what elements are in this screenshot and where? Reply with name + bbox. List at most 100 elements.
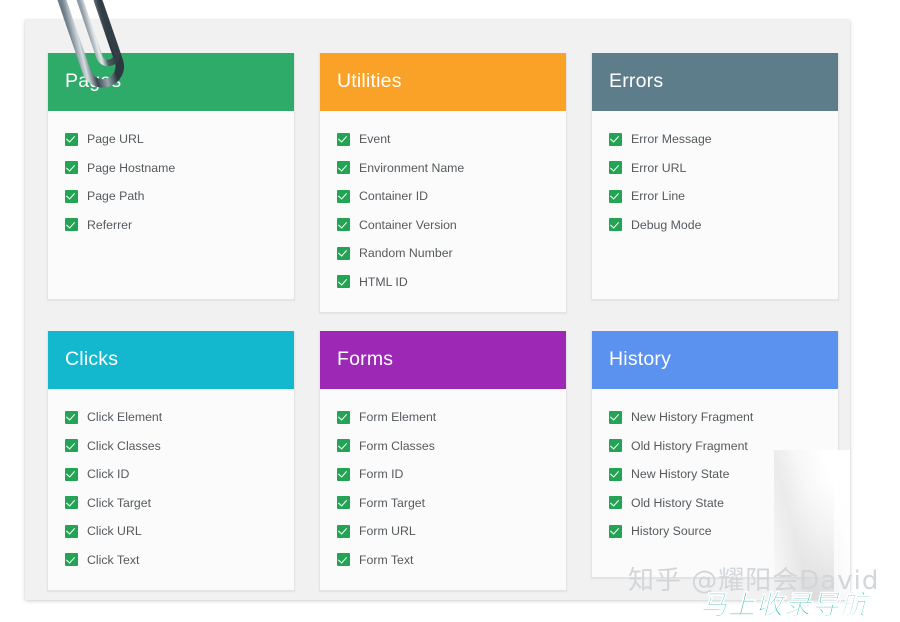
check-icon[interactable]: [337, 410, 350, 424]
check-icon[interactable]: [337, 132, 350, 146]
check-icon[interactable]: [337, 161, 350, 175]
checkbox-row[interactable]: Form URL: [320, 517, 566, 546]
check-icon[interactable]: [609, 496, 622, 510]
checkbox-row[interactable]: Form ID: [320, 460, 566, 489]
checkbox-label: Error URL: [631, 160, 687, 175]
check-icon[interactable]: [609, 410, 622, 424]
check-icon[interactable]: [609, 218, 622, 232]
checkbox-row[interactable]: Event: [320, 125, 566, 154]
check-icon[interactable]: [337, 218, 350, 232]
page-content-area: Pages Page URL Page Hostname Page Path Refer…: [25, 20, 850, 600]
checkbox-label: Click Classes: [87, 438, 161, 453]
checkbox-row[interactable]: Error Message: [592, 125, 838, 154]
checkbox-row[interactable]: Error Line: [592, 182, 838, 211]
checkbox-label: Form Element: [359, 410, 437, 425]
check-icon[interactable]: [65, 132, 78, 146]
checkbox-row[interactable]: Form Classes: [320, 432, 566, 461]
check-icon[interactable]: [337, 496, 350, 510]
check-icon[interactable]: [65, 161, 78, 175]
check-icon[interactable]: [609, 132, 622, 146]
card-body-history: New History Fragment Old History Fragment…: [592, 389, 838, 577]
card-cell-utilities: Utilities Event Environment Name Container …: [319, 53, 567, 313]
card-body-clicks: Click Element Click Classes Click ID Click …: [48, 389, 294, 590]
check-icon[interactable]: [609, 439, 622, 453]
check-icon[interactable]: [337, 189, 350, 203]
variable-category-grid: Pages Page URL Page Hostname Page Path Refer…: [47, 53, 850, 600]
checkbox-row[interactable]: Click Target: [48, 489, 294, 518]
checkbox-row[interactable]: Click Classes: [48, 432, 294, 461]
card-body-errors: Error Message Error URL Error Line Debug Mo…: [592, 111, 838, 299]
check-icon[interactable]: [337, 553, 350, 567]
card-title-history: History: [609, 348, 672, 371]
check-icon[interactable]: [609, 189, 622, 203]
checkbox-label: Page URL: [87, 132, 144, 147]
checkbox-label: HTML ID: [359, 274, 408, 289]
card-header-utilities: Utilities: [320, 53, 566, 111]
check-icon[interactable]: [65, 439, 78, 453]
check-icon[interactable]: [337, 275, 350, 289]
checkbox-row[interactable]: Debug Mode: [592, 211, 838, 240]
card-body-utilities: Event Environment Name Container ID Contain…: [320, 111, 566, 312]
card-title-utilities: Utilities: [337, 70, 402, 93]
checkbox-row[interactable]: Click URL: [48, 517, 294, 546]
checkbox-row[interactable]: Page Hostname: [48, 154, 294, 183]
check-icon[interactable]: [337, 439, 350, 453]
card-header-pages: Pages: [48, 53, 294, 111]
checkbox-label: Form Text: [359, 552, 414, 567]
card-title-forms: Forms: [337, 348, 394, 371]
checkbox-row[interactable]: Container Version: [320, 211, 566, 240]
checkbox-label: Page Hostname: [87, 160, 176, 175]
card-errors: Errors Error Message Error URL Error Line De…: [591, 53, 839, 300]
checkbox-label: Form URL: [359, 524, 416, 539]
check-icon[interactable]: [65, 524, 78, 538]
checkbox-row[interactable]: Random Number: [320, 239, 566, 268]
checkbox-row[interactable]: Form Target: [320, 489, 566, 518]
checkbox-row[interactable]: Click Element: [48, 403, 294, 432]
checkbox-label: Container ID: [359, 189, 429, 204]
checkbox-label: Click Target: [87, 495, 152, 510]
checkbox-row[interactable]: HTML ID: [320, 268, 566, 297]
checkbox-row[interactable]: Environment Name: [320, 154, 566, 183]
check-icon[interactable]: [609, 524, 622, 538]
card-forms: Forms Form Element Form Classes Form ID Form…: [319, 331, 567, 591]
checkbox-row[interactable]: Form Element: [320, 403, 566, 432]
checkbox-row[interactable]: Old History Fragment: [592, 432, 838, 461]
check-icon[interactable]: [65, 218, 78, 232]
card-cell-forms: Forms Form Element Form Classes Form ID Form…: [319, 331, 567, 591]
check-icon[interactable]: [609, 467, 622, 481]
checkbox-row[interactable]: Old History State: [592, 489, 838, 518]
check-icon[interactable]: [337, 524, 350, 538]
checkbox-label: Error Message: [631, 132, 712, 147]
checkbox-row[interactable]: New History Fragment: [592, 403, 838, 432]
check-icon[interactable]: [337, 246, 350, 260]
checkbox-row[interactable]: Page URL: [48, 125, 294, 154]
checkbox-label: Referrer: [87, 217, 133, 232]
checkbox-label: New History Fragment: [631, 410, 754, 425]
checkbox-row[interactable]: Page Path: [48, 182, 294, 211]
check-icon[interactable]: [65, 189, 78, 203]
check-icon[interactable]: [65, 410, 78, 424]
checkbox-row[interactable]: Container ID: [320, 182, 566, 211]
checkbox-label: Form Target: [359, 495, 426, 510]
check-icon[interactable]: [337, 467, 350, 481]
checkbox-row[interactable]: Form Text: [320, 546, 566, 575]
check-icon[interactable]: [65, 496, 78, 510]
checkbox-row[interactable]: Click ID: [48, 460, 294, 489]
check-icon[interactable]: [65, 553, 78, 567]
checkbox-label: Error Line: [631, 189, 685, 204]
card-history: History New History Fragment Old History F…: [591, 331, 839, 578]
check-icon[interactable]: [65, 467, 78, 481]
card-pages: Pages Page URL Page Hostname Page Path Refer…: [47, 53, 295, 300]
checkbox-row[interactable]: History Source: [592, 517, 838, 546]
card-cell-pages: Pages Page URL Page Hostname Page Path Refer…: [47, 53, 295, 313]
card-title-errors: Errors: [609, 70, 664, 93]
checkbox-row[interactable]: Error URL: [592, 154, 838, 183]
checkbox-label: Click ID: [87, 467, 130, 482]
check-icon[interactable]: [609, 161, 622, 175]
checkbox-row[interactable]: New History State: [592, 460, 838, 489]
checkbox-row[interactable]: Referrer: [48, 211, 294, 240]
checkbox-label: Old History Fragment: [631, 438, 748, 453]
card-cell-clicks: Clicks Click Element Click Classes Click ID…: [47, 331, 295, 591]
checkbox-row[interactable]: Click Text: [48, 546, 294, 575]
checkbox-label: Form ID: [359, 467, 404, 482]
